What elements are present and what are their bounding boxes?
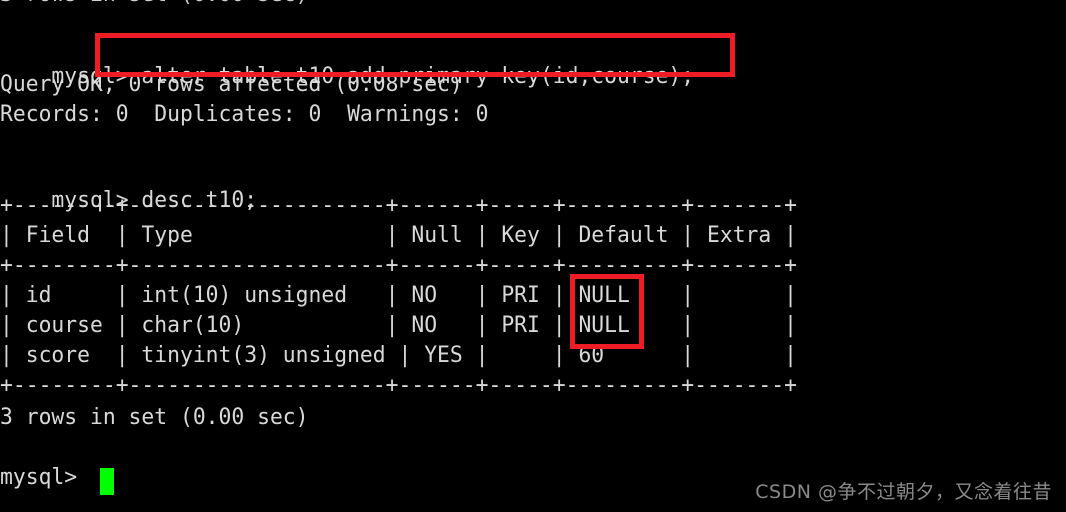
table-separator-top: +--------+--------------------+------+--…	[0, 193, 797, 218]
table-separator-bottom: +--------+--------------------+------+--…	[0, 373, 797, 398]
table-header-row: | Field | Type | Null | Key | Default | …	[0, 223, 797, 248]
csdn-watermark: CSDN @争不过朝夕，又念着往昔	[755, 481, 1052, 503]
table-row: | id | int(10) unsigned | NO | PRI | NUL…	[0, 283, 797, 308]
clipped-line-text: 3 rows in set (0.00 sec)	[0, 0, 309, 4]
clipped-scrollback-line: 3 rows in set (0.00 sec)	[0, 0, 318, 4]
text-cursor	[100, 468, 114, 495]
table-row: | score | tinyint(3) unsigned | YES | | …	[0, 343, 797, 368]
table-separator-mid: +--------+--------------------+------+--…	[0, 253, 797, 278]
rows-in-set-line: 3 rows in set (0.00 sec)	[0, 405, 309, 430]
records-line: Records: 0 Duplicates: 0 Warnings: 0	[0, 102, 489, 127]
terminal-window[interactable]: 3 rows in set (0.00 sec) mysql> alter ta…	[0, 0, 1066, 512]
query-ok-line: Query OK, 0 rows affected (0.08 sec)	[0, 72, 463, 97]
prompt-line-final: mysql>	[0, 465, 90, 490]
table-row: | course | char(10) | NO | PRI | NULL | …	[0, 313, 797, 338]
